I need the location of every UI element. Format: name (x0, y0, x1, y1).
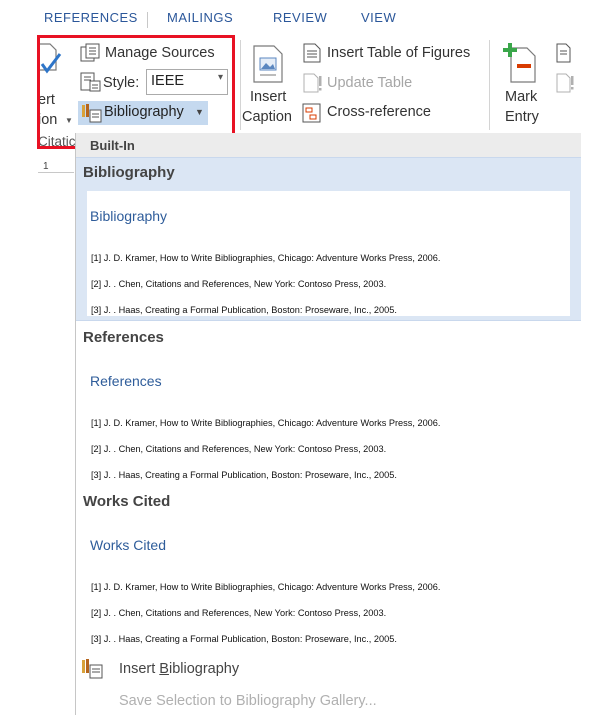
tab-review[interactable]: REVIEW (273, 10, 327, 25)
preview-heading: References (90, 373, 162, 389)
tab-view[interactable]: VIEW (361, 10, 396, 25)
preview-entry: [2] J. . Chen, Citations and References,… (91, 608, 387, 618)
update-table-icon (303, 73, 322, 93)
preview-heading: Works Cited (90, 537, 166, 553)
section-header-label: Built-In (90, 138, 135, 153)
gallery-preview: References [1] J. D. Kramer, How to Writ… (87, 356, 570, 481)
gallery-preview: Works Cited [1] J. D. Kramer, How to Wri… (87, 520, 570, 645)
ruler-number: 1 (43, 161, 49, 172)
gallery-item-title: References (83, 329, 164, 346)
group-separator (489, 40, 490, 130)
preview-entry: [3] J. . Haas, Creating a Formal Publica… (91, 305, 397, 315)
insert-bibliography-icon (82, 659, 103, 679)
insert-table-of-figures-button[interactable]: Insert Table of Figures (327, 45, 470, 61)
preview-entry: [3] J. . Haas, Creating a Formal Publica… (91, 470, 397, 480)
tab-references[interactable]: REFERENCES (44, 10, 138, 25)
save-selection-command[interactable]: Save Selection to Bibliography Gallery..… (119, 693, 377, 709)
preview-entry: [1] J. D. Kramer, How to Write Bibliogra… (91, 253, 441, 263)
insert-caption-label-1[interactable]: Insert (250, 89, 286, 105)
tab-separator (147, 12, 148, 28)
section-header: Built-In (76, 133, 581, 157)
ruler-line (38, 172, 74, 173)
insert-bibliography-label: Insert Bibliography (119, 661, 240, 677)
ribbon-tabs: REFERENCES MAILINGS REVIEW VIEW (0, 0, 595, 30)
preview-entry: [2] J. . Chen, Citations and References,… (91, 444, 387, 454)
group-separator (240, 40, 241, 130)
table-of-figures-icon (303, 43, 321, 63)
gallery-item-works-cited[interactable]: Works Cited Works Cited [1] J. D. Kramer… (76, 487, 581, 651)
highlight-frame (37, 35, 235, 149)
gallery-item-title: Bibliography (83, 164, 175, 181)
gallery-item-references[interactable]: References References [1] J. D. Kramer, … (76, 323, 581, 487)
tab-mailings[interactable]: MAILINGS (167, 10, 233, 25)
preview-entry: [1] J. D. Kramer, How to Write Bibliogra… (91, 582, 441, 592)
update-table-button[interactable]: Update Table (327, 75, 412, 91)
preview-entry: [2] J. . Chen, Citations and References,… (91, 279, 387, 289)
cross-reference-icon (302, 103, 321, 123)
gallery-preview: Bibliography [1] J. D. Kramer, How to Wr… (87, 191, 570, 316)
cross-reference-button[interactable]: Cross-reference (327, 104, 431, 120)
mark-entry-icon[interactable] (503, 42, 539, 84)
insert-bibliography-command[interactable]: Insert Bibliography (76, 653, 581, 683)
preview-heading: Bibliography (90, 208, 168, 224)
preview-entry: [3] J. . Haas, Creating a Formal Publica… (91, 634, 397, 644)
insert-caption-label-2[interactable]: Caption (242, 109, 292, 125)
gallery-item-title: Works Cited (83, 493, 171, 510)
mark-entry-label-1[interactable]: Mark (505, 89, 537, 105)
insert-index-icon[interactable] (555, 43, 575, 93)
bibliography-dropdown: Built-In Bibliography Bibliography [1] J… (75, 133, 581, 715)
preview-entry: [1] J. D. Kramer, How to Write Bibliogra… (91, 418, 441, 428)
mark-entry-label-2[interactable]: Entry (505, 109, 539, 125)
gallery-item-bibliography[interactable]: Bibliography Bibliography [1] J. D. Kram… (76, 157, 581, 321)
insert-caption-icon[interactable] (252, 44, 284, 84)
menu-footer: Insert Bibliography Save Selection to Bi… (76, 653, 581, 715)
